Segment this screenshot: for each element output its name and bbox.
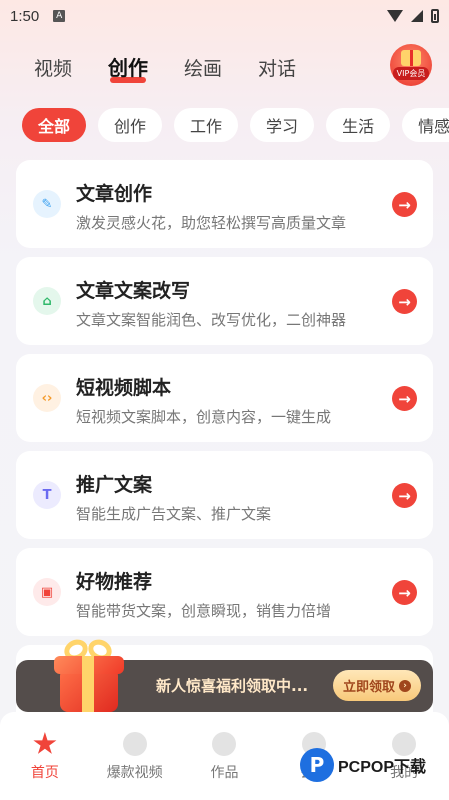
nav-label: 爆款视频: [106, 765, 163, 781]
card-subtitle: 智能生成广告文案、推广文案: [76, 505, 272, 523]
arrow-right-icon[interactable]: →: [392, 192, 417, 217]
card-title: 文章文案改写: [76, 280, 191, 302]
card-title: 短视频脚本: [76, 377, 172, 399]
chip-life[interactable]: 生活: [326, 108, 391, 142]
tool-card[interactable]: ▣ 好物推荐 智能带货文案，创意瞬现，销售力倍增 →: [16, 548, 433, 636]
vip-label: VIP会员: [392, 67, 430, 80]
nav-home[interactable]: 首页: [5, 732, 85, 800]
arrow-right-icon[interactable]: →: [392, 580, 417, 605]
claim-button[interactable]: 立即领取 ›: [332, 670, 421, 701]
gift-box-icon[interactable]: [50, 635, 124, 712]
notification-icon: A: [53, 10, 66, 22]
signal-icon: [411, 10, 423, 22]
gift-ribbon: [82, 656, 94, 712]
text-icon: T: [33, 481, 61, 509]
chip-emotion[interactable]: 情感: [402, 108, 449, 142]
pen-icon: ✎: [33, 190, 61, 218]
tab-chat[interactable]: 对话: [258, 54, 296, 81]
tool-card[interactable]: ‹› 短视频脚本 短视频文案脚本，创意内容，一键生成 →: [16, 354, 433, 442]
tool-card[interactable]: T 推广文案 智能生成广告文案、推广文案 →: [16, 451, 433, 539]
chip-all[interactable]: 全部: [22, 108, 87, 142]
vip-button[interactable]: VIP会员: [390, 44, 432, 86]
tab-draw[interactable]: 绘画: [184, 54, 222, 81]
code-icon: ‹›: [33, 384, 61, 412]
card-subtitle: 智能带货文案，创意瞬现，销售力倍增: [76, 602, 332, 620]
arrow-right-icon[interactable]: →: [392, 386, 417, 411]
card-title: 推广文案: [76, 474, 153, 496]
category-chips: 全部 创作 工作 学习 生活 情感: [22, 108, 449, 142]
card-subtitle: 文章文案智能润色、改写优化，二创神器: [76, 311, 347, 329]
status-icons: [387, 9, 439, 23]
wifi-icon: [387, 10, 403, 22]
home-icon: [33, 732, 57, 754]
nav-label: 作品: [210, 765, 239, 781]
top-tabs: 视频 创作 绘画 对话: [34, 52, 296, 83]
arrow-right-icon[interactable]: →: [392, 289, 417, 314]
gift-icon: [401, 50, 421, 66]
edit-icon: ⌂: [33, 287, 61, 315]
card-subtitle: 短视频文案脚本，创意内容，一键生成: [76, 408, 332, 426]
tool-card[interactable]: ✎ 文章创作 激发灵感火花，助您轻松撰写高质量文章 →: [16, 160, 433, 248]
chip-create[interactable]: 创作: [98, 108, 163, 142]
card-title: 好物推荐: [76, 571, 153, 593]
nav-hot-video[interactable]: 爆款视频: [95, 732, 175, 800]
chip-work[interactable]: 工作: [174, 108, 239, 142]
tab-create[interactable]: 创作: [108, 52, 148, 83]
bag-icon: ▣: [33, 578, 61, 606]
promo-text: 新人惊喜福利领取中...: [156, 677, 309, 695]
watermark-logo: P: [300, 748, 334, 782]
watermark-text: PCPOP下载: [338, 759, 427, 776]
watermark: P PCPOP下载: [300, 748, 426, 782]
fire-icon: [122, 732, 147, 756]
chip-study[interactable]: 学习: [250, 108, 315, 142]
tab-video[interactable]: 视频: [34, 54, 72, 81]
nav-label: 首页: [30, 765, 59, 781]
card-subtitle: 激发灵感火花，助您轻松撰写高质量文章: [76, 214, 347, 232]
battery-icon: [431, 9, 439, 23]
card-title: 文章创作: [76, 183, 153, 205]
status-time: 1:50: [10, 7, 40, 25]
tool-card[interactable]: ⌂ 文章文案改写 文章文案智能润色、改写优化，二创神器 →: [16, 257, 433, 345]
arrow-right-icon: ›: [399, 679, 411, 692]
arrow-right-icon[interactable]: →: [392, 483, 417, 508]
status-bar: 1:50 A: [0, 0, 449, 32]
nav-works[interactable]: 作品: [184, 732, 264, 800]
claim-button-label: 立即领取: [342, 680, 395, 695]
folder-icon: [212, 732, 237, 756]
